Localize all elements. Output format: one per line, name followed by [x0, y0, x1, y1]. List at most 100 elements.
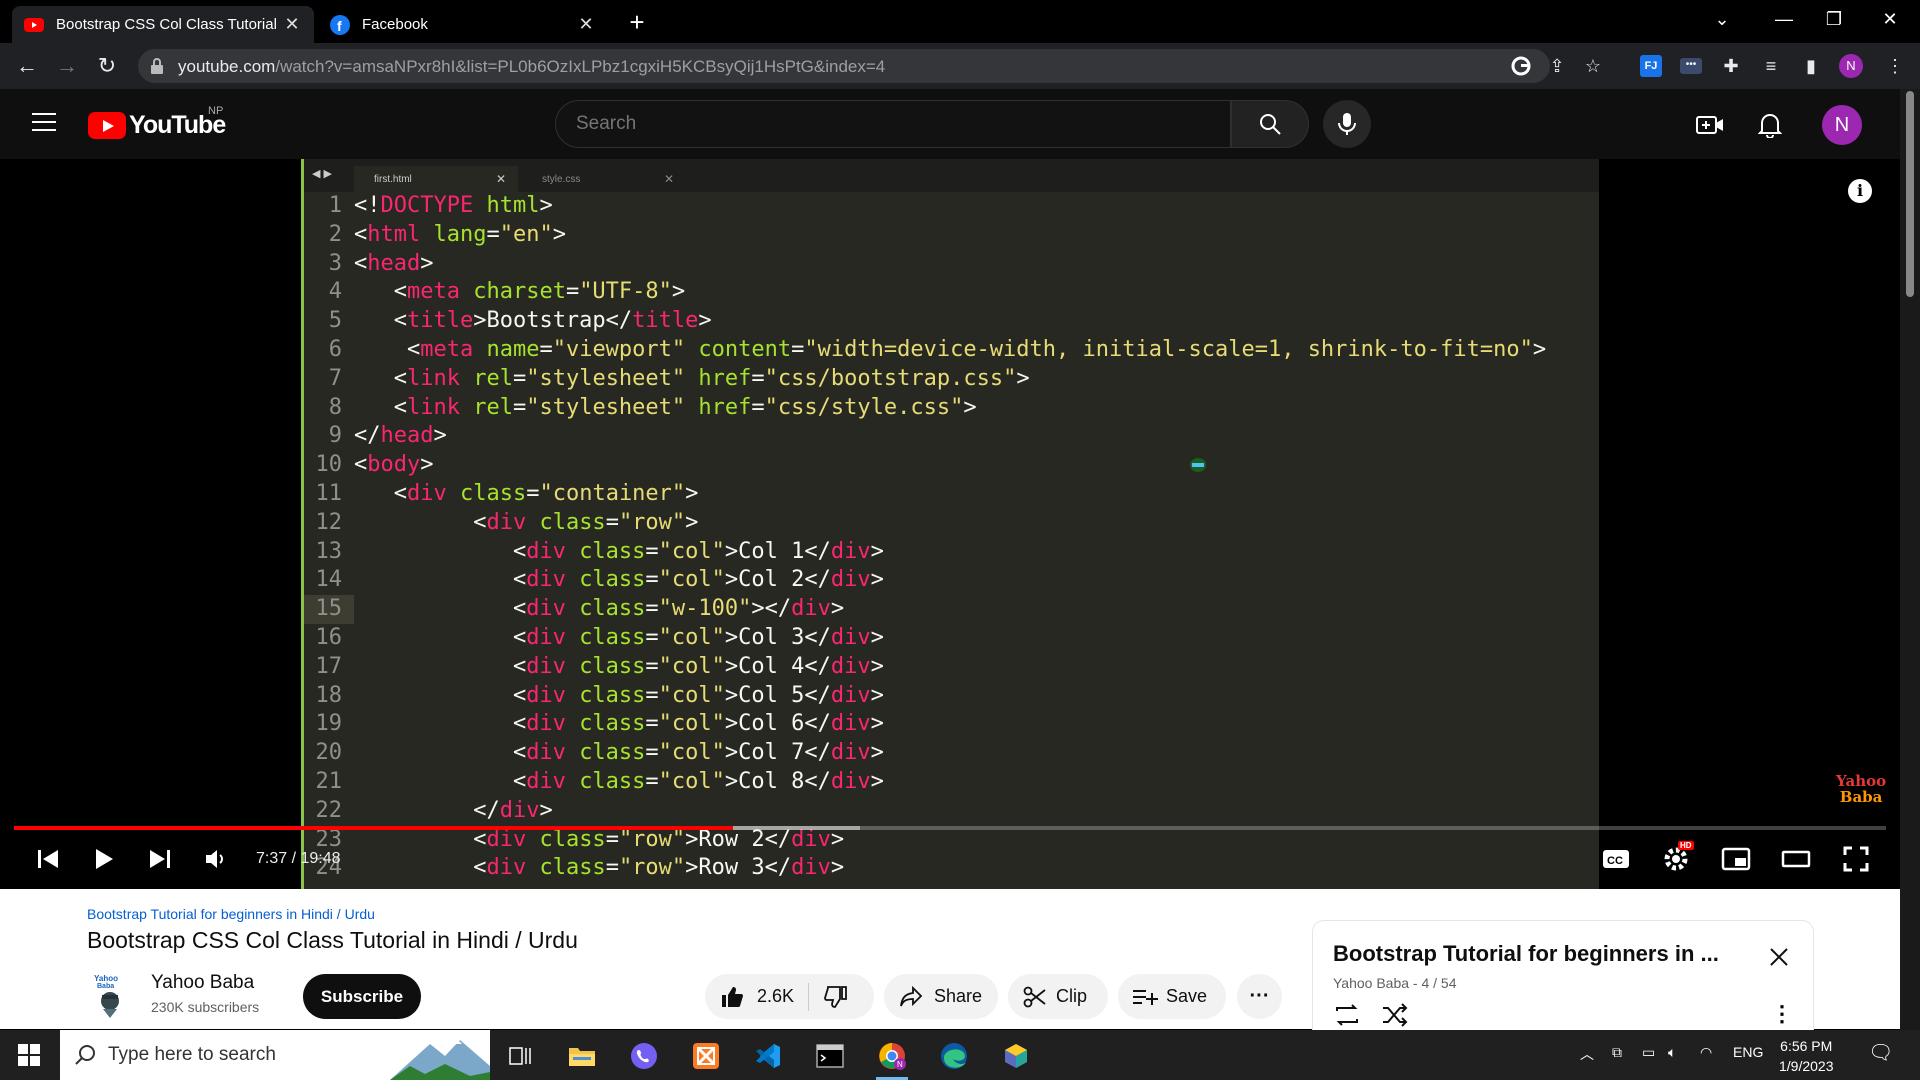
new-tab-button[interactable]: +: [622, 8, 652, 38]
extensions-puzzle-icon[interactable]: ✚: [1716, 51, 1746, 81]
code-token: >: [1016, 365, 1030, 391]
miniplayer-icon[interactable]: [1718, 841, 1754, 877]
tab-youtube[interactable]: Bootstrap CSS Col Class Tutorial i ✕: [12, 6, 314, 43]
theater-mode-icon[interactable]: [1778, 841, 1814, 877]
notifications-icon[interactable]: 🗨︎: [1868, 1040, 1893, 1065]
playlist-menu-icon[interactable]: ⋮: [1771, 1001, 1793, 1027]
like-icon[interactable]: [719, 984, 745, 1010]
more-actions-icon[interactable]: ···: [1237, 974, 1282, 1019]
subtitles-icon[interactable]: CC: [1598, 841, 1634, 877]
system-clock[interactable]: 6:56 PM 1/9/2023: [1779, 1036, 1834, 1076]
playlist-title[interactable]: Bootstrap Tutorial for beginners in ...: [1333, 941, 1719, 967]
code-token: head: [380, 423, 434, 449]
speaker-icon[interactable]: 🔈︎: [1668, 1044, 1676, 1061]
media-queue-icon[interactable]: ≡: [1756, 51, 1786, 81]
settings-gear-icon[interactable]: HD: [1658, 841, 1694, 877]
code-line: 6 <meta name="viewport" content="width=d…: [304, 336, 1546, 365]
account-avatar[interactable]: N: [1822, 105, 1862, 145]
google-icon[interactable]: [1506, 51, 1536, 81]
playlist-position: Yahoo Baba - 4 / 54: [1333, 975, 1457, 991]
volume-icon[interactable]: [198, 841, 234, 877]
svg-text:N: N: [897, 1060, 903, 1069]
code-token: div: [830, 567, 871, 593]
xampp-icon[interactable]: [682, 1036, 730, 1076]
fullscreen-icon[interactable]: [1838, 841, 1874, 877]
notifications-bell-icon[interactable]: [1752, 107, 1788, 143]
page-scrollbar[interactable]: [1900, 89, 1920, 1030]
search-box[interactable]: [555, 100, 1231, 148]
code-line: 13 <div class="col">Col 1</div>: [304, 538, 1546, 567]
vscode-icon[interactable]: [744, 1036, 792, 1076]
reload-icon[interactable]: ↻: [92, 51, 122, 81]
code-token: <: [354, 538, 527, 564]
loop-icon[interactable]: [1333, 1001, 1361, 1029]
menu-icon[interactable]: [32, 113, 56, 133]
battery-icon[interactable]: ▭: [1642, 1044, 1655, 1061]
video-player[interactable]: ◀ ▶ first.html ✕ style.css ✕ 1 <!DOCTYPE ht…: [0, 159, 1900, 889]
like-count[interactable]: 2.6K: [757, 986, 794, 1007]
code-token: >Col 3</: [724, 624, 831, 650]
chrome-icon[interactable]: N: [868, 1036, 916, 1080]
show-hidden-icons[interactable]: ︿: [1580, 1044, 1594, 1064]
terminal-icon[interactable]: [806, 1036, 854, 1076]
channel-avatar[interactable]: Yahoo Baba: [88, 971, 133, 1019]
code-token: div: [830, 768, 871, 794]
info-icon[interactable]: i: [1848, 179, 1872, 203]
bookmark-star-icon[interactable]: ☆: [1578, 51, 1608, 81]
voice-search-button[interactable]: [1323, 100, 1371, 148]
youtube-logo[interactable]: YouTube NP: [88, 105, 226, 140]
clip-button[interactable]: Clip: [1008, 974, 1108, 1019]
close-tab-icon[interactable]: ✕: [282, 14, 302, 35]
progress-bar[interactable]: [14, 826, 1886, 830]
play-icon[interactable]: [86, 841, 122, 877]
close-tab-icon[interactable]: ✕: [576, 14, 596, 35]
restore-icon[interactable]: ❐: [1806, 0, 1862, 40]
close-icon[interactable]: [1765, 943, 1793, 971]
windows-start-icon[interactable]: [18, 1044, 40, 1066]
meet-now-icon[interactable]: ⧉: [1612, 1044, 1622, 1061]
taskbar-search[interactable]: Type here to search: [60, 1030, 490, 1080]
playlist-link[interactable]: Bootstrap Tutorial for beginners in Hind…: [87, 906, 375, 922]
next-icon[interactable]: [142, 841, 178, 877]
extension-dots-icon[interactable]: •••: [1676, 51, 1706, 81]
code-line: 18 <div class="col">Col 5</div>: [304, 682, 1546, 711]
viber-icon[interactable]: [620, 1036, 668, 1076]
subscribe-button[interactable]: Subscribe: [303, 974, 421, 1019]
close-icon: ✕: [495, 172, 506, 186]
line-number: 14: [315, 567, 343, 593]
browser-menu-icon[interactable]: ⋮: [1880, 51, 1910, 81]
code-token: =: [539, 336, 553, 362]
channel-name[interactable]: Yahoo Baba: [151, 972, 254, 994]
dislike-icon[interactable]: [823, 984, 849, 1010]
profile-avatar[interactable]: N: [1836, 51, 1866, 81]
code-token: >: [870, 653, 884, 679]
search-button[interactable]: [1231, 100, 1309, 148]
previous-icon[interactable]: [30, 841, 66, 877]
address-bar[interactable]: youtube.com/watch?v=amsaNPxr8hI&list=PL0…: [138, 49, 1601, 83]
edge-icon[interactable]: [930, 1036, 978, 1076]
side-panel-icon[interactable]: ▮: [1796, 51, 1826, 81]
tab-search-icon[interactable]: ⌄: [1694, 0, 1750, 40]
search-input[interactable]: [576, 113, 1176, 135]
tab-facebook[interactable]: f Facebook ✕: [318, 6, 608, 43]
share-button[interactable]: Share: [884, 974, 998, 1019]
code-line: 16 <div class="col">Col 3</div>: [304, 624, 1546, 653]
close-window-icon[interactable]: ✕: [1862, 0, 1918, 40]
back-icon[interactable]: ←: [12, 51, 42, 81]
create-video-icon[interactable]: [1692, 107, 1728, 143]
extension-fj-icon[interactable]: FJ: [1636, 51, 1666, 81]
save-button[interactable]: Save: [1118, 974, 1226, 1019]
input-language[interactable]: ENG: [1733, 1044, 1763, 1060]
wifi-icon[interactable]: ◠: [1700, 1044, 1712, 1061]
cube-app-icon[interactable]: [992, 1036, 1040, 1076]
code-token: class: [579, 653, 646, 679]
shuffle-icon[interactable]: [1381, 1001, 1409, 1029]
share-icon[interactable]: ⇪: [1542, 51, 1572, 81]
file-explorer-icon[interactable]: [558, 1036, 606, 1076]
minimize-icon[interactable]: —: [1756, 0, 1812, 40]
forward-icon[interactable]: →: [52, 51, 82, 81]
task-view-icon[interactable]: [496, 1036, 544, 1076]
